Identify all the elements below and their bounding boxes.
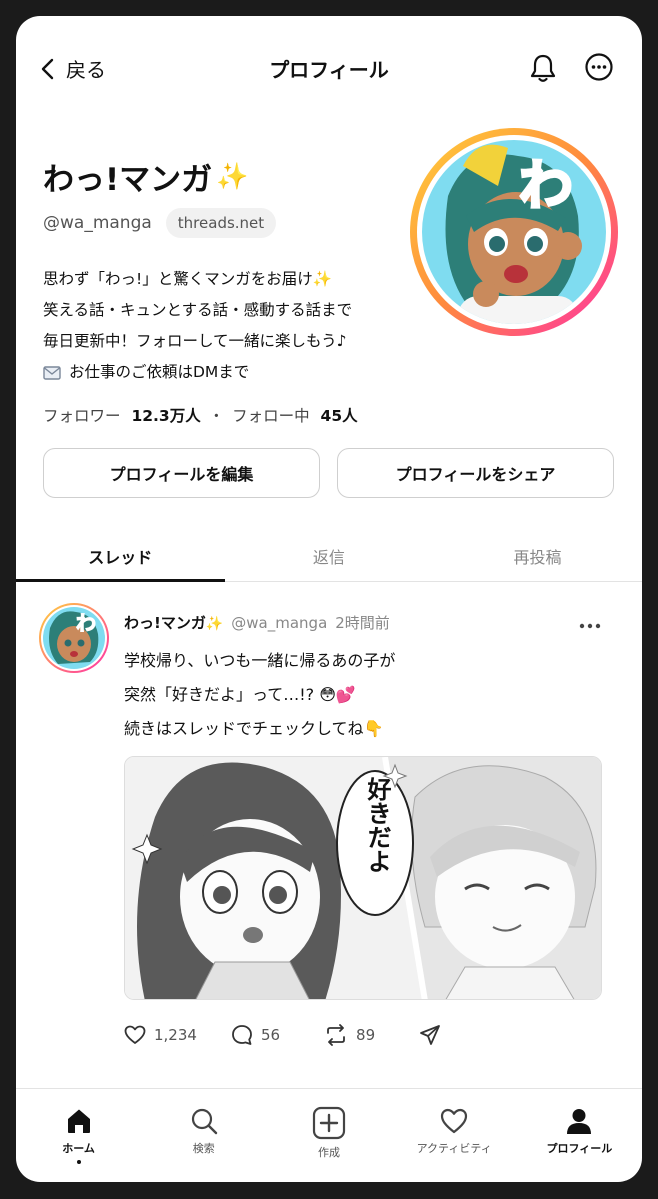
nav-activity[interactable]: アクティビティ bbox=[392, 1094, 517, 1182]
profile-avatar[interactable]: わ bbox=[408, 126, 620, 338]
post-more-button[interactable] bbox=[578, 616, 602, 635]
avatar-illustration: わ bbox=[410, 128, 618, 336]
followers-count[interactable]: 12.3万人 bbox=[131, 407, 200, 425]
active-indicator-dot bbox=[76, 1160, 81, 1164]
heart-icon bbox=[441, 1108, 468, 1134]
like-count: 1,234 bbox=[154, 1026, 197, 1044]
bell-icon bbox=[530, 54, 556, 82]
post-avatar[interactable]: わ bbox=[38, 602, 110, 674]
manga-panel-illustration: 好きだよ bbox=[125, 757, 601, 999]
post-author-name[interactable]: わっ!マンガ✨ bbox=[124, 612, 223, 633]
repost-button[interactable]: 89 bbox=[324, 1024, 375, 1046]
tab-reposts[interactable]: 再投稿 bbox=[433, 534, 642, 581]
following-count[interactable]: 45人 bbox=[321, 407, 358, 425]
sparkle-emoji: ✨ bbox=[216, 161, 249, 192]
profile-handle: @wa_manga bbox=[43, 213, 152, 233]
bio-line: 思わず「わっ!」と驚くマンガをお届け✨ bbox=[43, 270, 333, 288]
divider bbox=[16, 1088, 642, 1089]
stats-separator: ・ bbox=[208, 407, 225, 425]
reply-button[interactable]: 56 bbox=[231, 1024, 280, 1046]
edit-profile-button[interactable]: プロフィールを編集 bbox=[43, 448, 320, 498]
post-text-line: 続きはスレッドでチェックしてね👇 bbox=[124, 719, 384, 738]
tab-replies[interactable]: 返信 bbox=[225, 534, 434, 581]
post-actions: 1,234 56 89 bbox=[124, 1024, 441, 1046]
post-timestamp: 2時間前 bbox=[335, 614, 390, 632]
avatar-letter: わ bbox=[519, 154, 573, 217]
share-button[interactable] bbox=[419, 1024, 441, 1046]
envelope-icon bbox=[43, 366, 61, 380]
post-sparkle-emoji: ✨ bbox=[205, 616, 224, 632]
nav-activity-label: アクティビティ bbox=[416, 1142, 492, 1155]
profile-name: わっ!マンガ ✨ bbox=[43, 154, 249, 199]
bottom-navigation: ホーム 検索 作成 アクティビティ プロフィール bbox=[16, 1094, 642, 1182]
post-author-name-text: わっ!マンガ bbox=[124, 614, 206, 632]
phone-screen: 戻る プロフィール わっ!マンガ ✨ @wa_manga threads.net bbox=[16, 16, 642, 1182]
more-options-button[interactable] bbox=[584, 52, 614, 86]
reply-count: 56 bbox=[260, 1026, 281, 1044]
nav-create[interactable]: 作成 bbox=[266, 1094, 391, 1182]
post-avatar-letter: わ bbox=[76, 611, 96, 635]
send-icon bbox=[420, 1025, 441, 1045]
post-text-line: 学校帰り、いつも一緒に帰るあの子が bbox=[124, 651, 396, 670]
heart-icon bbox=[124, 1025, 146, 1044]
post-manga-image[interactable]: 好きだよ bbox=[124, 756, 602, 1000]
bio-contact-text: お仕事のご依頼はDMまで bbox=[69, 363, 250, 381]
top-bar: 戻る プロフィール bbox=[16, 16, 642, 120]
person-icon bbox=[567, 1109, 592, 1134]
bio-line: 毎日更新中！フォローして一緒に楽しもう♪ bbox=[43, 332, 347, 350]
post-avatar-illustration: わ bbox=[39, 603, 109, 673]
bio-line-contact: お仕事のご依頼はDMまで bbox=[43, 357, 352, 388]
repost-count: 89 bbox=[356, 1026, 376, 1044]
post-text-line: 突然「好きだよ」って…!? 😳💕 bbox=[124, 685, 356, 704]
notification-button[interactable] bbox=[528, 52, 558, 88]
handle-row: @wa_manga threads.net bbox=[43, 208, 277, 238]
followers-label[interactable]: フォロワー bbox=[43, 407, 121, 425]
profile-bio: 思わず「わっ!」と驚くマンガをお届け✨ 笑える話・キュンとする話・感動する話まで… bbox=[43, 264, 352, 388]
share-profile-button[interactable]: プロフィールをシェア bbox=[337, 448, 614, 498]
home-icon bbox=[67, 1109, 90, 1133]
nav-search-label: 検索 bbox=[192, 1142, 215, 1155]
comment-icon bbox=[232, 1025, 252, 1045]
profile-name-text: わっ!マンガ bbox=[43, 162, 213, 198]
follow-stats: フォロワー 12.3万人 ・ フォロー中 45人 bbox=[43, 404, 358, 426]
nav-search[interactable]: 検索 bbox=[141, 1094, 266, 1182]
following-label[interactable]: フォロー中 bbox=[232, 407, 310, 425]
nav-home-label: ホーム bbox=[62, 1142, 95, 1155]
post-body: 学校帰り、いつも一緒に帰るあの子が 突然「好きだよ」って…!? 😳💕 続きはスレ… bbox=[124, 644, 395, 746]
like-button[interactable]: 1,234 bbox=[124, 1025, 197, 1045]
post-author-handle: @wa_manga bbox=[231, 613, 328, 632]
more-horizontal-icon bbox=[579, 623, 601, 629]
nav-home[interactable]: ホーム bbox=[16, 1094, 141, 1182]
create-icon bbox=[312, 1106, 346, 1140]
repost-icon bbox=[327, 1024, 345, 1046]
tab-threads[interactable]: スレッド bbox=[16, 534, 225, 582]
nav-profile-label: プロフィール bbox=[546, 1142, 613, 1155]
nav-profile[interactable]: プロフィール bbox=[517, 1094, 642, 1182]
thread-post: わ わっ!マンガ✨ @wa_manga 2時間前 学校帰り、いつも一緒に帰るあの… bbox=[16, 582, 642, 1088]
bio-line: 笑える話・キュンとする話・感動する話まで bbox=[43, 301, 353, 319]
search-icon bbox=[191, 1108, 217, 1135]
speech-bubble-text: 好きだよ bbox=[363, 777, 392, 873]
post-header: わっ!マンガ✨ @wa_manga 2時間前 bbox=[124, 612, 390, 633]
more-circle-icon bbox=[585, 53, 613, 81]
threads-domain-chip[interactable]: threads.net bbox=[165, 208, 277, 238]
profile-tabs: スレッド 返信 再投稿 bbox=[16, 534, 642, 582]
nav-create-label: 作成 bbox=[317, 1146, 340, 1159]
